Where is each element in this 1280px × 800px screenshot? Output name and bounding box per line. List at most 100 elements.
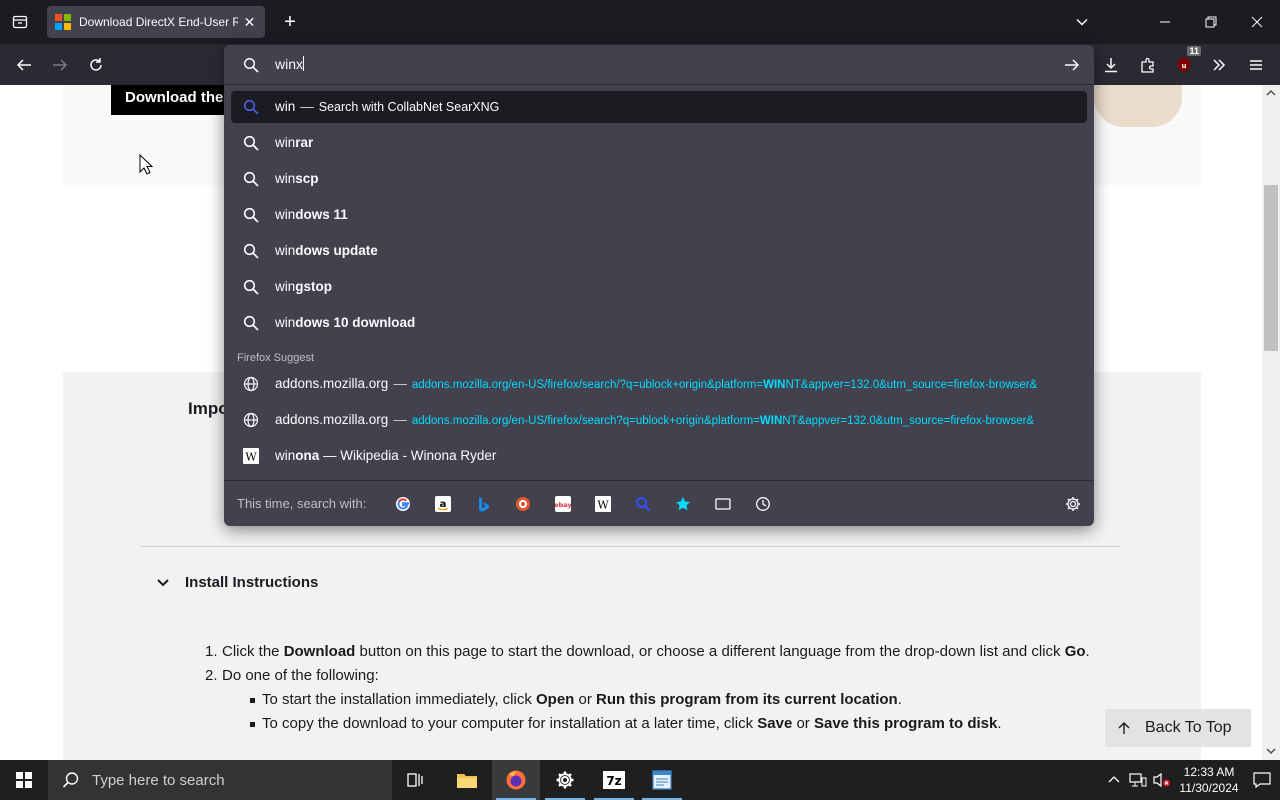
suggestion-row[interactable]: windows 11: [231, 199, 1087, 231]
suggestion-typed: win: [275, 99, 296, 114]
page-scrollbar[interactable]: [1262, 85, 1280, 760]
double-chevron-right-icon: [1213, 59, 1226, 71]
suggestion-text: addons.mozilla.org — addons.mozilla.org/en…: [275, 404, 1087, 436]
urlbar-input-row[interactable]: winx: [224, 45, 1094, 85]
notifications-button[interactable]: [1244, 760, 1280, 800]
urlbar-value: winx: [275, 56, 304, 72]
reload-button[interactable]: [83, 52, 109, 78]
list-all-tabs-button[interactable]: [1070, 10, 1094, 34]
task-view-button[interactable]: [392, 760, 440, 800]
search-settings-button[interactable]: [1061, 492, 1085, 516]
suggestion-typed: win: [275, 171, 296, 186]
firefox-view-icon: [12, 15, 28, 29]
firefox-view-button[interactable]: [8, 10, 32, 34]
bullet-text: or: [792, 715, 814, 732]
step-bold: Download: [283, 643, 356, 660]
suggestion-typed: win: [275, 279, 296, 294]
suggestion-row[interactable]: windows 10 download: [231, 307, 1087, 339]
duckduckgo-icon: [516, 497, 530, 511]
download-button[interactable]: Download the: [111, 85, 238, 115]
ublock-origin-button[interactable]: u 11: [1171, 46, 1201, 78]
star-icon: [676, 497, 690, 511]
go-arrow-icon[interactable]: [1064, 57, 1080, 73]
bullet-bold: Save this program to disk: [813, 715, 998, 732]
amazon-engine-button[interactable]: a: [431, 492, 455, 516]
back-to-top-button[interactable]: Back To Top: [1105, 709, 1251, 747]
google-engine-button[interactable]: [391, 492, 415, 516]
tabs-button[interactable]: [711, 492, 735, 516]
site-title: addons.mozilla.org: [275, 376, 389, 391]
duckduckgo-engine-button[interactable]: [511, 492, 535, 516]
search-icon: [62, 772, 79, 788]
one-off-search-bar: This time, search with: a ebay W: [224, 480, 1094, 526]
network-button[interactable]: [1126, 760, 1150, 800]
history-button[interactable]: [751, 492, 775, 516]
file-explorer-button[interactable]: [443, 760, 491, 800]
volume-button[interactable]: [1150, 760, 1174, 800]
suggestion-typed: win: [275, 243, 296, 258]
suggestion-typed: win: [275, 448, 296, 463]
settings-taskbar-button[interactable]: [541, 760, 589, 800]
clock-icon: [756, 497, 770, 511]
install-instructions-toggle[interactable]: Install Instructions: [155, 574, 318, 591]
scroll-down-icon: [1266, 748, 1276, 755]
suggestion-text: wingstop: [275, 271, 332, 303]
wikipedia-icon: W: [243, 448, 259, 464]
urlbar-input[interactable]: winx: [275, 56, 305, 72]
suggestion-row[interactable]: windows update: [231, 235, 1087, 267]
tab-title: Download DirectX End-User Runtime: [79, 15, 238, 29]
forward-button[interactable]: [47, 52, 73, 78]
url-part: addons.mozilla.org/en-US/firefox/search/…: [411, 379, 764, 391]
minimize-button[interactable]: [1142, 0, 1188, 44]
chevron-down-icon: [157, 578, 169, 586]
searxng-engine-button[interactable]: [631, 492, 655, 516]
new-tab-button[interactable]: +: [278, 10, 302, 34]
back-button[interactable]: [11, 52, 37, 78]
firefox-suggest-row[interactable]: addons.mozilla.org — addons.mozilla.org/en…: [231, 404, 1087, 436]
bullet-text: .: [897, 691, 902, 708]
restore-button[interactable]: [1188, 0, 1234, 44]
extension-badge: 11: [1187, 46, 1201, 56]
search-icon: [243, 171, 259, 187]
ebay-engine-button[interactable]: ebay: [551, 492, 575, 516]
notepad-taskbar-button[interactable]: [638, 760, 686, 800]
taskbar-search-placeholder: Type here to search: [92, 771, 225, 789]
tab-active[interactable]: Download DirectX End-User Runtime ✕: [47, 6, 265, 38]
firefox-suggest-row[interactable]: addons.mozilla.org — addons.mozilla.org/en…: [231, 368, 1087, 400]
scrollbar-thumb[interactable]: [1264, 185, 1278, 351]
suggestion-row-selected[interactable]: win — Search with CollabNet SearXNG: [231, 91, 1087, 123]
clock-date: 11/30/2024: [1179, 781, 1239, 795]
divider: [141, 546, 1121, 547]
separator: —: [393, 412, 407, 427]
ebay-icon: ebay: [555, 496, 571, 512]
arrow-right-icon: [53, 59, 68, 71]
taskbar-clock[interactable]: 12:33 AM 11/30/2024: [1174, 764, 1244, 796]
bing-engine-button[interactable]: [471, 492, 495, 516]
hamburger-icon: [1250, 60, 1262, 70]
downloads-button[interactable]: [1098, 52, 1124, 78]
suggestion-row[interactable]: wingstop: [231, 271, 1087, 303]
suggestion-row[interactable]: winrar: [231, 127, 1087, 159]
suggestion-rest: — Wikipedia - Winona Ryder: [319, 448, 497, 463]
bullet-bold: Run this program from its current locati…: [596, 691, 898, 708]
bookmarks-button[interactable]: [671, 492, 695, 516]
svg-text:ebay: ebay: [555, 501, 571, 509]
firefox-suggest-label: Firefox Suggest: [237, 352, 315, 364]
overflow-menu-button[interactable]: [1206, 52, 1232, 78]
close-window-button[interactable]: [1234, 0, 1280, 44]
tab-close-icon[interactable]: ✕: [242, 14, 257, 31]
step-number: 1.: [205, 643, 218, 660]
start-button[interactable]: [0, 760, 48, 800]
wikipedia-engine-button[interactable]: W: [591, 492, 615, 516]
extensions-button[interactable]: [1135, 52, 1161, 78]
firefox-taskbar-button[interactable]: [492, 760, 540, 800]
ublock-shield-icon: u: [1178, 58, 1190, 72]
suggestion-row[interactable]: winscp: [231, 163, 1087, 195]
app-menu-button[interactable]: [1243, 52, 1269, 78]
url-part: NT&appver=132.0&utm_source=firefox-brows…: [782, 415, 1035, 427]
taskbar-search[interactable]: Type here to search: [48, 760, 392, 800]
show-hidden-icons-button[interactable]: [1102, 760, 1126, 800]
7zip-taskbar-button[interactable]: 7z: [590, 760, 638, 800]
suggestion-completion: dows update: [295, 243, 378, 258]
firefox-suggest-row[interactable]: Wwinona — Wikipedia - Winona Ryder: [231, 440, 1087, 472]
